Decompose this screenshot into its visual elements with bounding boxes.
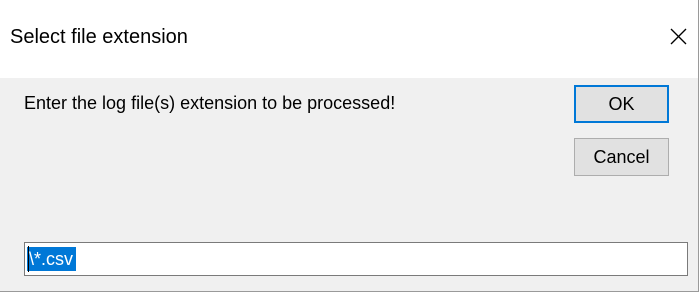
select-file-extension-dialog: Select file extension Enter the log file…: [0, 0, 699, 292]
window-title: Select file extension: [10, 26, 188, 48]
close-button[interactable]: [656, 16, 698, 58]
extension-input-selected-text: \*.csv: [27, 247, 77, 271]
ok-button[interactable]: OK: [574, 85, 669, 123]
prompt-label: Enter the log file(s) extension to be pr…: [24, 93, 396, 113]
extension-input[interactable]: \*.csv: [24, 242, 688, 276]
close-icon: [670, 28, 687, 45]
text-caret: [28, 246, 29, 272]
title-bar: Select file extension: [0, 0, 698, 78]
cancel-button[interactable]: Cancel: [574, 138, 669, 176]
